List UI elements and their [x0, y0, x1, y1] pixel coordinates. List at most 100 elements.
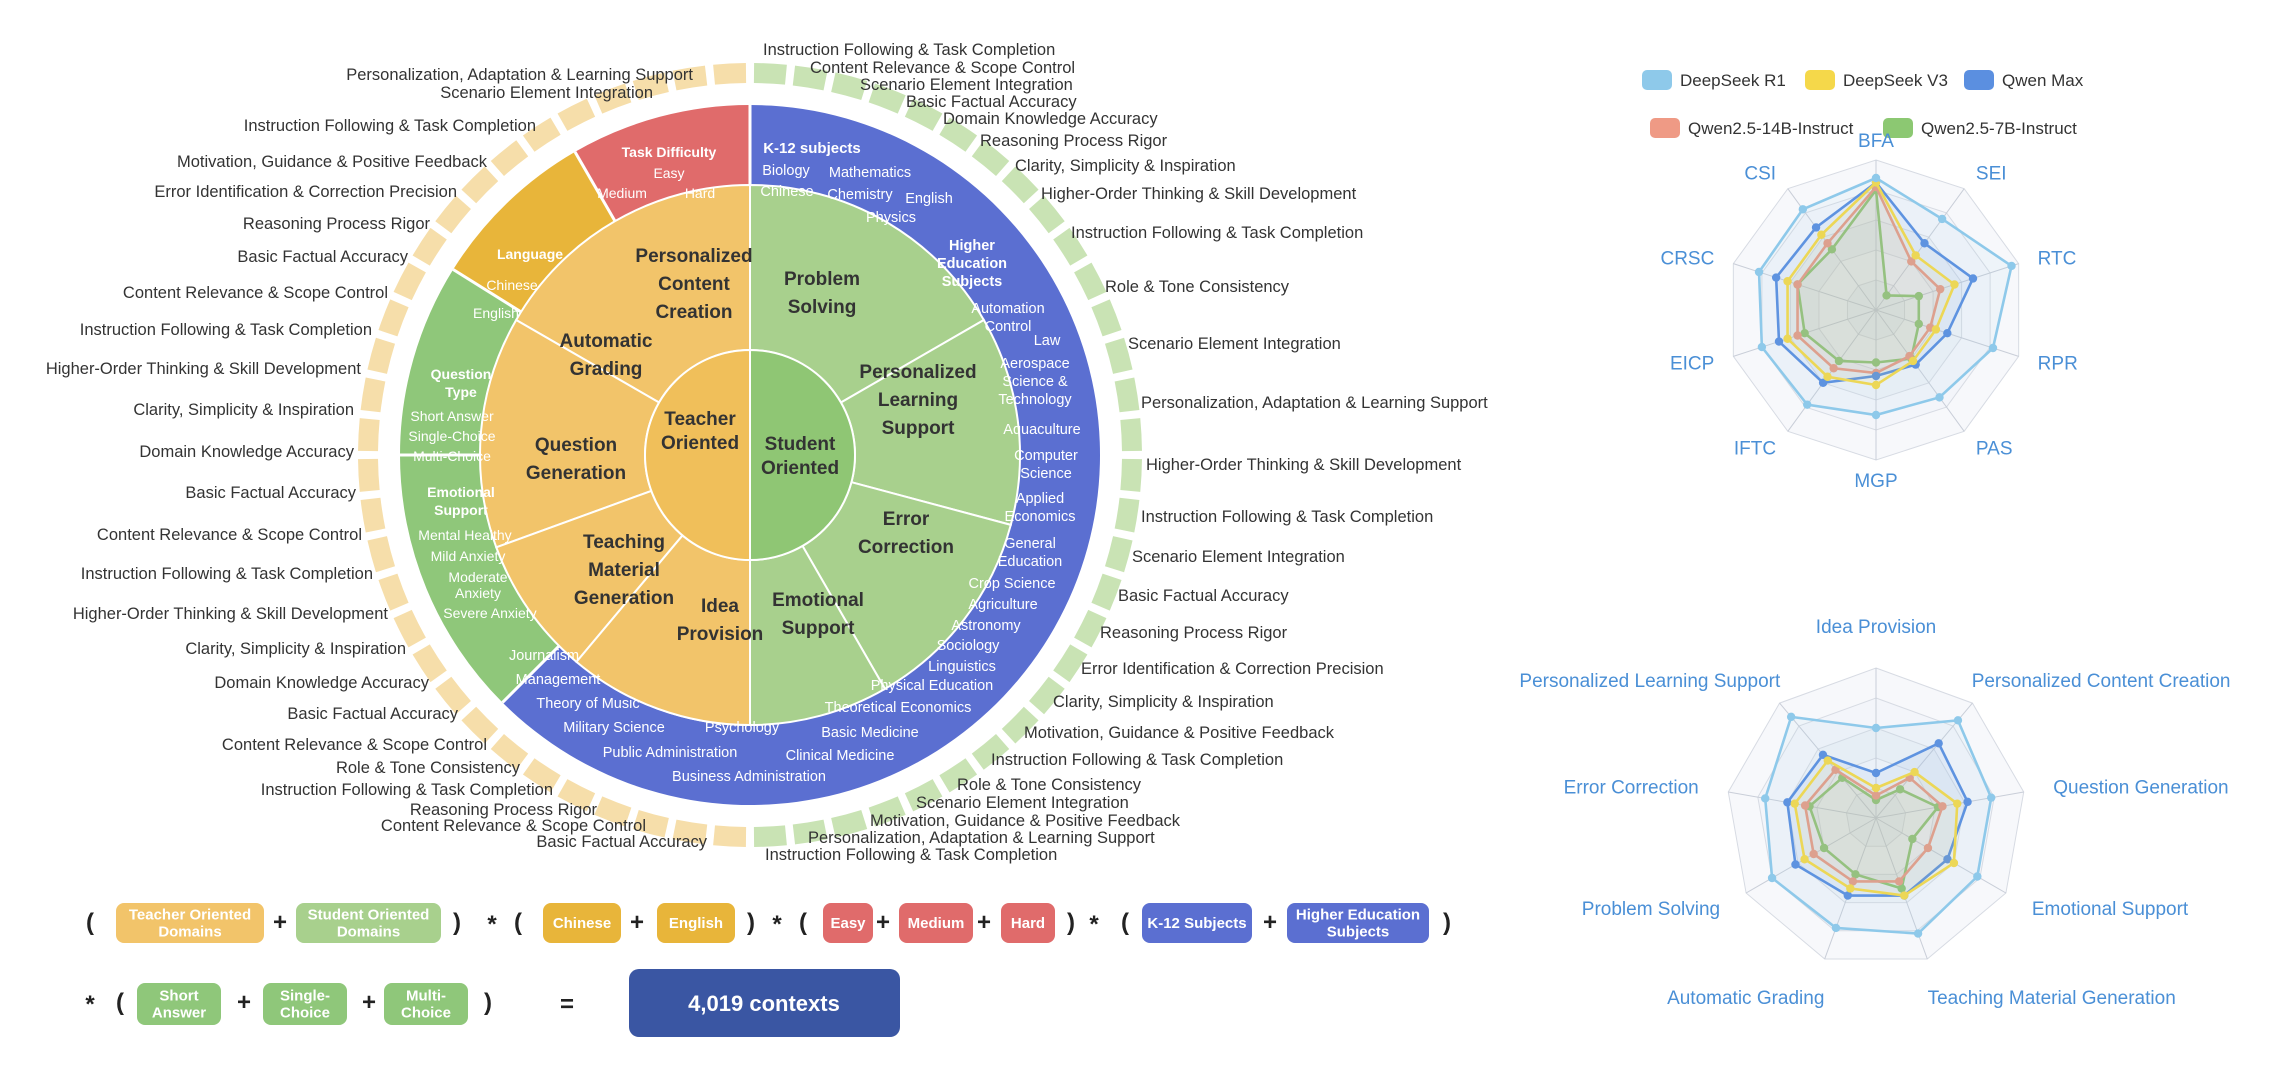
criterion-label: Domain Knowledge Accuracy — [943, 110, 1158, 128]
plus-sign: + — [237, 989, 251, 1016]
svg-text:Psychology: Psychology — [705, 720, 780, 736]
ring-tick — [1120, 418, 1142, 452]
svg-text:Emotional: Emotional — [427, 484, 495, 500]
svg-text:Provision: Provision — [677, 624, 764, 645]
svg-text:Task Difficulty: Task Difficulty — [622, 144, 717, 160]
ring-tick — [713, 825, 747, 847]
radar-axis-label: Question Generation — [2053, 778, 2228, 799]
times-sign: * — [1089, 911, 1099, 938]
radar-point — [1987, 793, 1996, 802]
svg-text:Question: Question — [431, 366, 492, 382]
ring-tick — [358, 458, 380, 492]
criterion-label: Error Identification & Correction Precis… — [1081, 660, 1384, 678]
open-paren: ( — [86, 909, 94, 936]
criterion-label: Motivation, Guidance & Positive Feedback — [177, 153, 488, 171]
radar-axis-label: Personalized Learning Support — [1519, 671, 1781, 692]
svg-text:Hard: Hard — [1011, 915, 1045, 932]
legend-label: DeepSeek V3 — [1843, 71, 1948, 90]
svg-text:Aquaculture: Aquaculture — [1003, 422, 1080, 438]
radar-point — [1831, 923, 1841, 933]
ring-tick — [360, 497, 386, 533]
radar-axis-label: RTC — [2038, 248, 2077, 269]
equals-sign: = — [560, 991, 574, 1018]
legend-swatch — [1650, 118, 1680, 138]
radar-point — [1937, 214, 1947, 224]
formula-row: (Teacher OrientedDomains + Student Oriente… — [85, 903, 1451, 1037]
svg-text:Chinese: Chinese — [553, 915, 611, 932]
svg-text:Astronomy: Astronomy — [951, 618, 1021, 634]
radar-point — [1988, 343, 1998, 353]
radar-point — [1786, 712, 1796, 722]
svg-text:Idea: Idea — [701, 596, 739, 617]
svg-text:Mental Healthy: Mental Healthy — [418, 527, 511, 543]
svg-text:Oriented: Oriented — [761, 458, 839, 479]
svg-text:Problem: Problem — [784, 269, 860, 290]
radar-chart-scenarios: Idea Provision Personalized Content Creat… — [1519, 617, 2230, 1009]
legend-item: Qwen Max — [1964, 70, 2084, 90]
criterion-label: Scenario Element Integration — [1132, 548, 1345, 566]
criterion-label: Basic Factual Accuracy — [287, 705, 458, 723]
legend-label: DeepSeek R1 — [1680, 71, 1786, 90]
radar-legend: DeepSeek R1 DeepSeek V3 Qwen Max Qwen2.5-14… — [1642, 70, 2084, 138]
svg-text:Mild Anxiety: Mild Anxiety — [431, 548, 506, 564]
svg-text:Teacher: Teacher — [664, 409, 736, 430]
svg-text:Business Administration: Business Administration — [672, 769, 826, 785]
svg-text:Multi-: Multi- — [406, 988, 446, 1005]
criterion-label: Scenario Element Integration — [440, 84, 653, 102]
criterion-label: Scenario Element Integration — [916, 794, 1129, 812]
svg-text:Easy: Easy — [653, 165, 684, 181]
svg-text:Correction: Correction — [858, 537, 954, 558]
radar-axis-label: Personalized Content Creation — [1972, 671, 2231, 692]
ring-tick — [412, 227, 447, 266]
ring-tick — [1091, 299, 1122, 337]
ring-tick — [393, 262, 426, 301]
svg-text:Linguistics: Linguistics — [928, 659, 996, 675]
svg-text:Control: Control — [985, 319, 1032, 335]
svg-text:Choice: Choice — [401, 1005, 451, 1022]
ring-tick — [713, 63, 747, 85]
svg-text:Physical Education: Physical Education — [871, 678, 994, 694]
svg-text:Clinical Medicine: Clinical Medicine — [786, 748, 895, 764]
svg-text:Single-Choice: Single-Choice — [408, 428, 495, 444]
radar-point — [1761, 794, 1770, 803]
criterion-label: Content Relevance & Scope Control — [222, 736, 487, 754]
criterion-label: Instruction Following & Task Completion — [261, 781, 553, 799]
svg-text:Support: Support — [782, 618, 855, 639]
svg-text:English: English — [669, 915, 723, 932]
times-sign: * — [487, 911, 497, 938]
open-paren: ( — [799, 909, 807, 936]
easy-box: Easy — [823, 903, 873, 943]
criterion-label: Error Identification & Correction Precis… — [154, 183, 457, 201]
legend-label: Qwen2.5-14B-Instruct — [1688, 119, 1854, 138]
svg-text:Basic Medicine: Basic Medicine — [821, 725, 919, 741]
ring-tick — [1091, 573, 1122, 611]
criterion-label: Personalization, Adaptation & Learning S… — [808, 829, 1155, 847]
criterion-label: Instruction Following & Task Completion — [1071, 224, 1363, 242]
svg-text:Domains: Domains — [337, 924, 400, 941]
legend-swatch — [1805, 70, 1835, 90]
result-text: 4,019 contexts — [688, 991, 840, 1016]
svg-text:Multi-Choice: Multi-Choice — [413, 448, 491, 464]
single-choice-box: Single-Choice — [263, 983, 347, 1025]
svg-text:Education: Education — [998, 554, 1063, 570]
legend-item: DeepSeek R1 — [1642, 70, 1786, 90]
svg-text:Short Answer: Short Answer — [410, 408, 494, 424]
radar-axis-label: PAS — [1976, 439, 2013, 460]
svg-text:Domains: Domains — [158, 924, 221, 941]
svg-text:Agriculture: Agriculture — [968, 597, 1037, 613]
ring-tick — [358, 418, 380, 452]
svg-text:K-12 Subjects: K-12 Subjects — [1147, 915, 1246, 932]
times-sign: * — [85, 991, 95, 1018]
legend-label: Qwen Max — [2002, 71, 2084, 90]
result-box: 4,019 contexts — [629, 969, 900, 1037]
svg-text:Subjects: Subjects — [1327, 924, 1390, 941]
svg-text:Question: Question — [535, 435, 617, 456]
plus-sign: + — [977, 909, 991, 936]
radar-axis-label: EICP — [1670, 354, 1714, 375]
close-paren: ) — [1067, 909, 1075, 936]
criterion-label: Higher-Order Thinking & Skill Developmen… — [46, 360, 362, 378]
svg-text:Physics: Physics — [866, 210, 916, 226]
legend-item: Qwen2.5-14B-Instruct — [1650, 118, 1854, 138]
radar-axis-label: MGP — [1854, 471, 1897, 492]
criterion-label: Higher-Order Thinking & Skill Developmen… — [1146, 456, 1462, 474]
